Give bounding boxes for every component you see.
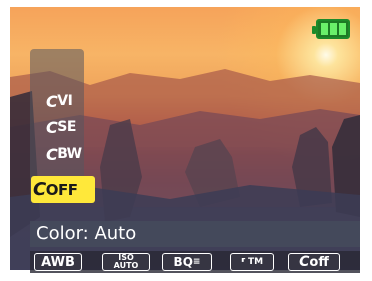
timer-label: TM xyxy=(247,257,264,267)
image-quality-button[interactable]: BQ ≡ xyxy=(162,253,212,271)
function-bar: AWB ISO AUTO BQ ≡ ⸢ TM Coff xyxy=(30,251,360,273)
color-mode-vivid-option[interactable]: C VI xyxy=(46,91,73,111)
iso-value: AUTO xyxy=(113,261,139,270)
color-mode-off-option[interactable]: C OFF xyxy=(31,176,95,203)
iso-button[interactable]: ISO AUTO xyxy=(102,253,150,271)
bracket-icon: ⸢ xyxy=(240,255,246,269)
color-mode-button[interactable]: Coff xyxy=(288,253,340,271)
color-mode-label: BW xyxy=(57,146,82,162)
battery-full-icon xyxy=(312,19,350,39)
timer-button[interactable]: ⸢ TM xyxy=(230,253,274,271)
color-mode-label: VI xyxy=(57,93,73,109)
color-mode-icon: C xyxy=(46,117,58,137)
color-mode-bw-option[interactable]: C BW xyxy=(46,144,82,164)
battery-bar xyxy=(321,23,328,35)
color-mode-label: OFF xyxy=(45,180,78,199)
color-mode-icon: C xyxy=(46,91,58,111)
color-mode-label: SE xyxy=(57,119,76,135)
color-mode-value: off xyxy=(309,254,329,270)
battery-bar xyxy=(339,23,346,35)
color-mode-icon: C xyxy=(33,179,46,200)
color-mode-icon: C xyxy=(46,144,58,164)
status-line: Color: Auto xyxy=(30,221,360,247)
quality-bars-icon: ≡ xyxy=(192,256,201,267)
color-mode-icon: C xyxy=(299,254,310,270)
quality-label: BQ xyxy=(173,255,193,269)
battery-bar xyxy=(330,23,337,35)
color-mode-sepia-option[interactable]: C SE xyxy=(46,117,76,137)
white-balance-button[interactable]: AWB xyxy=(34,253,82,271)
